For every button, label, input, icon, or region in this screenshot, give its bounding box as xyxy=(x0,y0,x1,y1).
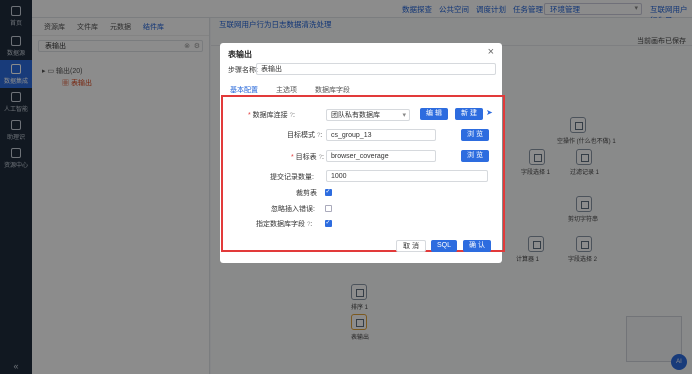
help-icon: ? xyxy=(316,133,321,139)
specify-fields-label: 指定数据库字段 ?: xyxy=(256,221,313,228)
schema-label-text: 目标模式 xyxy=(287,132,315,139)
schema-label: 目标模式 ?: xyxy=(287,132,323,139)
sql-button[interactable]: SQL xyxy=(431,240,457,252)
table-input[interactable]: browser_coverage xyxy=(326,150,436,162)
browse-schema-button[interactable]: 浏 览 xyxy=(461,129,489,141)
close-icon[interactable]: × xyxy=(488,46,494,58)
table-label: * 目标表 ?: xyxy=(291,154,324,161)
commit-input[interactable]: 1000 xyxy=(326,170,488,182)
new-button[interactable]: 新 建 xyxy=(455,108,483,120)
ignore-errors-checkbox[interactable] xyxy=(325,205,332,212)
dialog-title: 表输出 xyxy=(228,50,252,59)
send-icon[interactable]: ➤ xyxy=(486,108,493,117)
db-conn-label-text: 数据库连接 xyxy=(252,112,288,119)
browse-table-button[interactable]: 浏 览 xyxy=(461,150,489,162)
commit-label: 提交记录数量: xyxy=(270,174,314,181)
db-conn-label: * 数据库连接 ?: xyxy=(248,112,295,119)
chevron-down-icon: ▾ xyxy=(402,112,406,119)
help-icon: ? xyxy=(318,155,322,161)
help-icon: ? xyxy=(306,222,311,228)
edit-button[interactable]: 编 辑 xyxy=(420,108,448,120)
truncate-checkbox[interactable] xyxy=(325,188,332,196)
step-name-input[interactable]: 表输出 xyxy=(256,63,496,75)
help-icon: ? xyxy=(289,113,293,119)
step-name-label: 步骤名称: xyxy=(228,67,258,74)
cancel-button[interactable]: 取 消 xyxy=(396,240,426,252)
table-label-text: 目标表 xyxy=(295,154,317,161)
schema-input[interactable]: cs_group_13 xyxy=(326,129,436,141)
specify-fields-label-text: 指定数据库字段 xyxy=(256,221,305,228)
ok-button[interactable]: 确 认 xyxy=(463,240,491,252)
db-conn-select[interactable]: 团队私有数据库 ▾ xyxy=(326,109,410,121)
ignore-errors-label: 忽略插入错误: xyxy=(271,206,315,213)
truncate-label: 裁剪表 xyxy=(296,190,317,197)
specify-fields-checkbox[interactable] xyxy=(325,219,332,227)
db-conn-value: 团队私有数据库 xyxy=(331,112,380,119)
